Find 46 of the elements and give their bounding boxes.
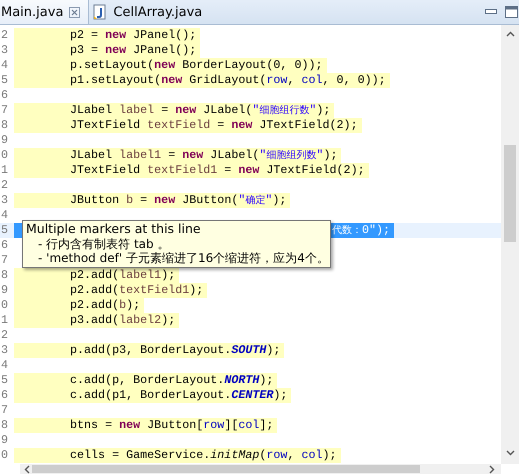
line-number: 4	[0, 358, 9, 373]
line-number: 3	[0, 343, 9, 358]
line-number: 3	[0, 43, 9, 58]
editor-tab[interactable]: Main.java	[0, 0, 90, 24]
line-number: 8	[0, 418, 9, 433]
line-number: 0	[0, 298, 9, 313]
scrollbar-thumb[interactable]	[504, 145, 516, 242]
line-number: 4	[0, 208, 9, 223]
maximize-icon[interactable]	[505, 6, 518, 18]
line-number: 7	[0, 403, 9, 418]
scroll-down-icon[interactable]	[506, 450, 514, 456]
vertical-scrollbar[interactable]	[501, 25, 519, 464]
scroll-left-icon[interactable]	[24, 464, 30, 474]
editor-tab[interactable]: CellArray.java	[93, 0, 210, 24]
line-number: 2	[0, 178, 9, 193]
line-number: 0	[0, 448, 9, 463]
line-number: 2	[0, 28, 9, 43]
scroll-up-icon[interactable]	[506, 31, 514, 37]
line-number: 9	[0, 283, 9, 298]
line-number: 3	[0, 193, 9, 208]
line-number: 6	[0, 388, 9, 403]
line-number: 5	[0, 73, 9, 88]
line-number: 5	[0, 223, 9, 238]
line-number: 9	[0, 133, 9, 148]
java-file-icon	[93, 4, 108, 20]
minimize-icon[interactable]	[485, 9, 497, 15]
line-number: 5	[0, 373, 9, 388]
scrollbar-thumb[interactable]	[32, 465, 420, 473]
line-number: 7	[0, 253, 9, 268]
tooltip-message: - 行内含有制表符 tab 。	[37, 236, 170, 251]
line-number: 8	[0, 268, 9, 283]
line-number: 9	[0, 433, 9, 448]
line-number: 1	[0, 163, 9, 178]
line-number: 6	[0, 238, 9, 253]
tooltip-title: Multiple markers at this line	[26, 222, 202, 236]
line-number: 2	[0, 328, 9, 343]
scroll-right-icon[interactable]	[489, 464, 495, 474]
line-number: 4	[0, 58, 9, 73]
horizontal-scrollbar[interactable]	[20, 464, 501, 474]
line-number: 6	[0, 88, 9, 103]
line-number: 8	[0, 118, 9, 133]
tooltip-message: - 'method def' 子元素缩进了16个缩进符，应为4个。	[37, 251, 326, 266]
line-number: 0	[0, 148, 9, 163]
line-number: 7	[0, 103, 9, 118]
close-icon[interactable]	[69, 6, 80, 18]
line-number: 1	[0, 313, 9, 328]
